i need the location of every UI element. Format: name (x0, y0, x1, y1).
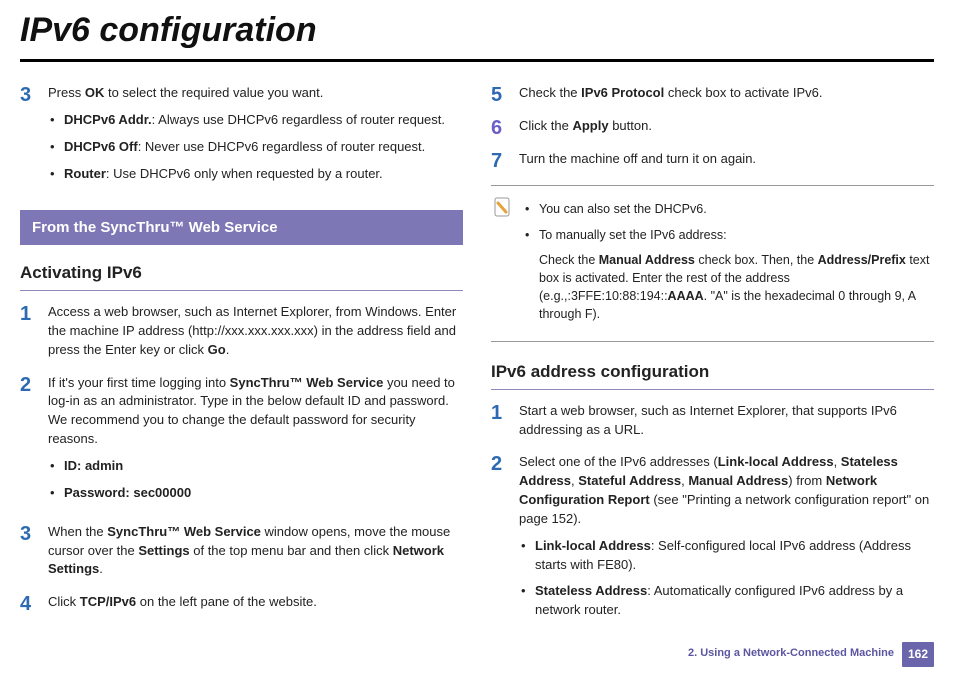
step-text: If it's your first time logging into Syn… (48, 374, 463, 449)
step-text: Click TCP/IPv6 on the left pane of the w… (48, 593, 463, 612)
page-footer: 2. Using a Network-Connected Machine 162 (688, 642, 934, 667)
step-number: 7 (491, 150, 519, 171)
step-number: 2 (491, 453, 519, 474)
step-number: 6 (491, 117, 519, 138)
subsection-heading: IPv6 address configuration (491, 360, 934, 390)
note-line: To manually set the IPv6 address: Check … (523, 226, 930, 323)
footer-page-number: 162 (902, 642, 934, 667)
step-bullets: DHCPv6 Addr.: Always use DHCPv6 regardle… (48, 111, 463, 184)
subsection-heading: Activating IPv6 (20, 261, 463, 291)
step-number: 1 (491, 402, 519, 423)
step-number: 3 (20, 523, 48, 544)
activating-step-5: 5 Check the IPv6 Protocol check box to a… (491, 84, 934, 105)
activating-step-7: 7 Turn the machine off and turn it on ag… (491, 150, 934, 171)
activating-step-4: 4 Click TCP/IPv6 on the left pane of the… (20, 593, 463, 614)
bullet-item: DHCPv6 Off: Never use DHCPv6 regardless … (48, 138, 463, 157)
step-text: Turn the machine off and turn it on agai… (519, 150, 934, 169)
step-number: 4 (20, 593, 48, 614)
step-text: Start a web browser, such as Internet Ex… (519, 402, 934, 440)
step-text: Click the Apply button. (519, 117, 934, 136)
bullet-item: Router: Use DHCPv6 only when requested b… (48, 165, 463, 184)
left-column: 3 Press OK to select the required value … (20, 76, 463, 640)
step-3: 3 Press OK to select the required value … (20, 84, 463, 191)
note-box: You can also set the DHCPv6. To manually… (491, 185, 934, 342)
note-icon (493, 196, 513, 218)
config-step-1: 1 Start a web browser, such as Internet … (491, 402, 934, 442)
activating-step-3: 3 When the SyncThru™ Web Service window … (20, 523, 463, 582)
section-heading-band: From the SyncThru™ Web Service (20, 210, 463, 246)
step-number: 5 (491, 84, 519, 105)
bullet-item: DHCPv6 Addr.: Always use DHCPv6 regardle… (48, 111, 463, 130)
step-text: Check the IPv6 Protocol check box to act… (519, 84, 934, 103)
bullet-item: Link-local Address: Self-configured loca… (519, 537, 934, 575)
bullet-item: Stateless Address: Automatically configu… (519, 582, 934, 620)
step-number: 2 (20, 374, 48, 395)
config-step-2: 2 Select one of the IPv6 addresses (Link… (491, 453, 934, 628)
activating-step-6: 6 Click the Apply button. (491, 117, 934, 138)
right-column: 5 Check the IPv6 Protocol check box to a… (491, 76, 934, 640)
step-number: 3 (20, 84, 48, 105)
step-text: Press OK to select the required value yo… (48, 84, 463, 103)
page-title: IPv6 configuration (20, 0, 934, 62)
step-number: 1 (20, 303, 48, 324)
footer-chapter: 2. Using a Network-Connected Machine (688, 646, 894, 662)
activating-step-1: 1 Access a web browser, such as Internet… (20, 303, 463, 362)
bullet-item: ID: admin (48, 457, 463, 476)
activating-step-2: 2 If it's your first time logging into S… (20, 374, 463, 511)
step-text: When the SyncThru™ Web Service window op… (48, 523, 463, 580)
two-column-layout: 3 Press OK to select the required value … (20, 76, 934, 640)
step-text: Select one of the IPv6 addresses (Link-l… (519, 453, 934, 528)
step-text: Access a web browser, such as Internet E… (48, 303, 463, 360)
bullet-item: Password: sec00000 (48, 484, 463, 503)
note-line: You can also set the DHCPv6. (523, 200, 930, 218)
note-paragraph: Check the Manual Address check box. Then… (539, 251, 930, 324)
